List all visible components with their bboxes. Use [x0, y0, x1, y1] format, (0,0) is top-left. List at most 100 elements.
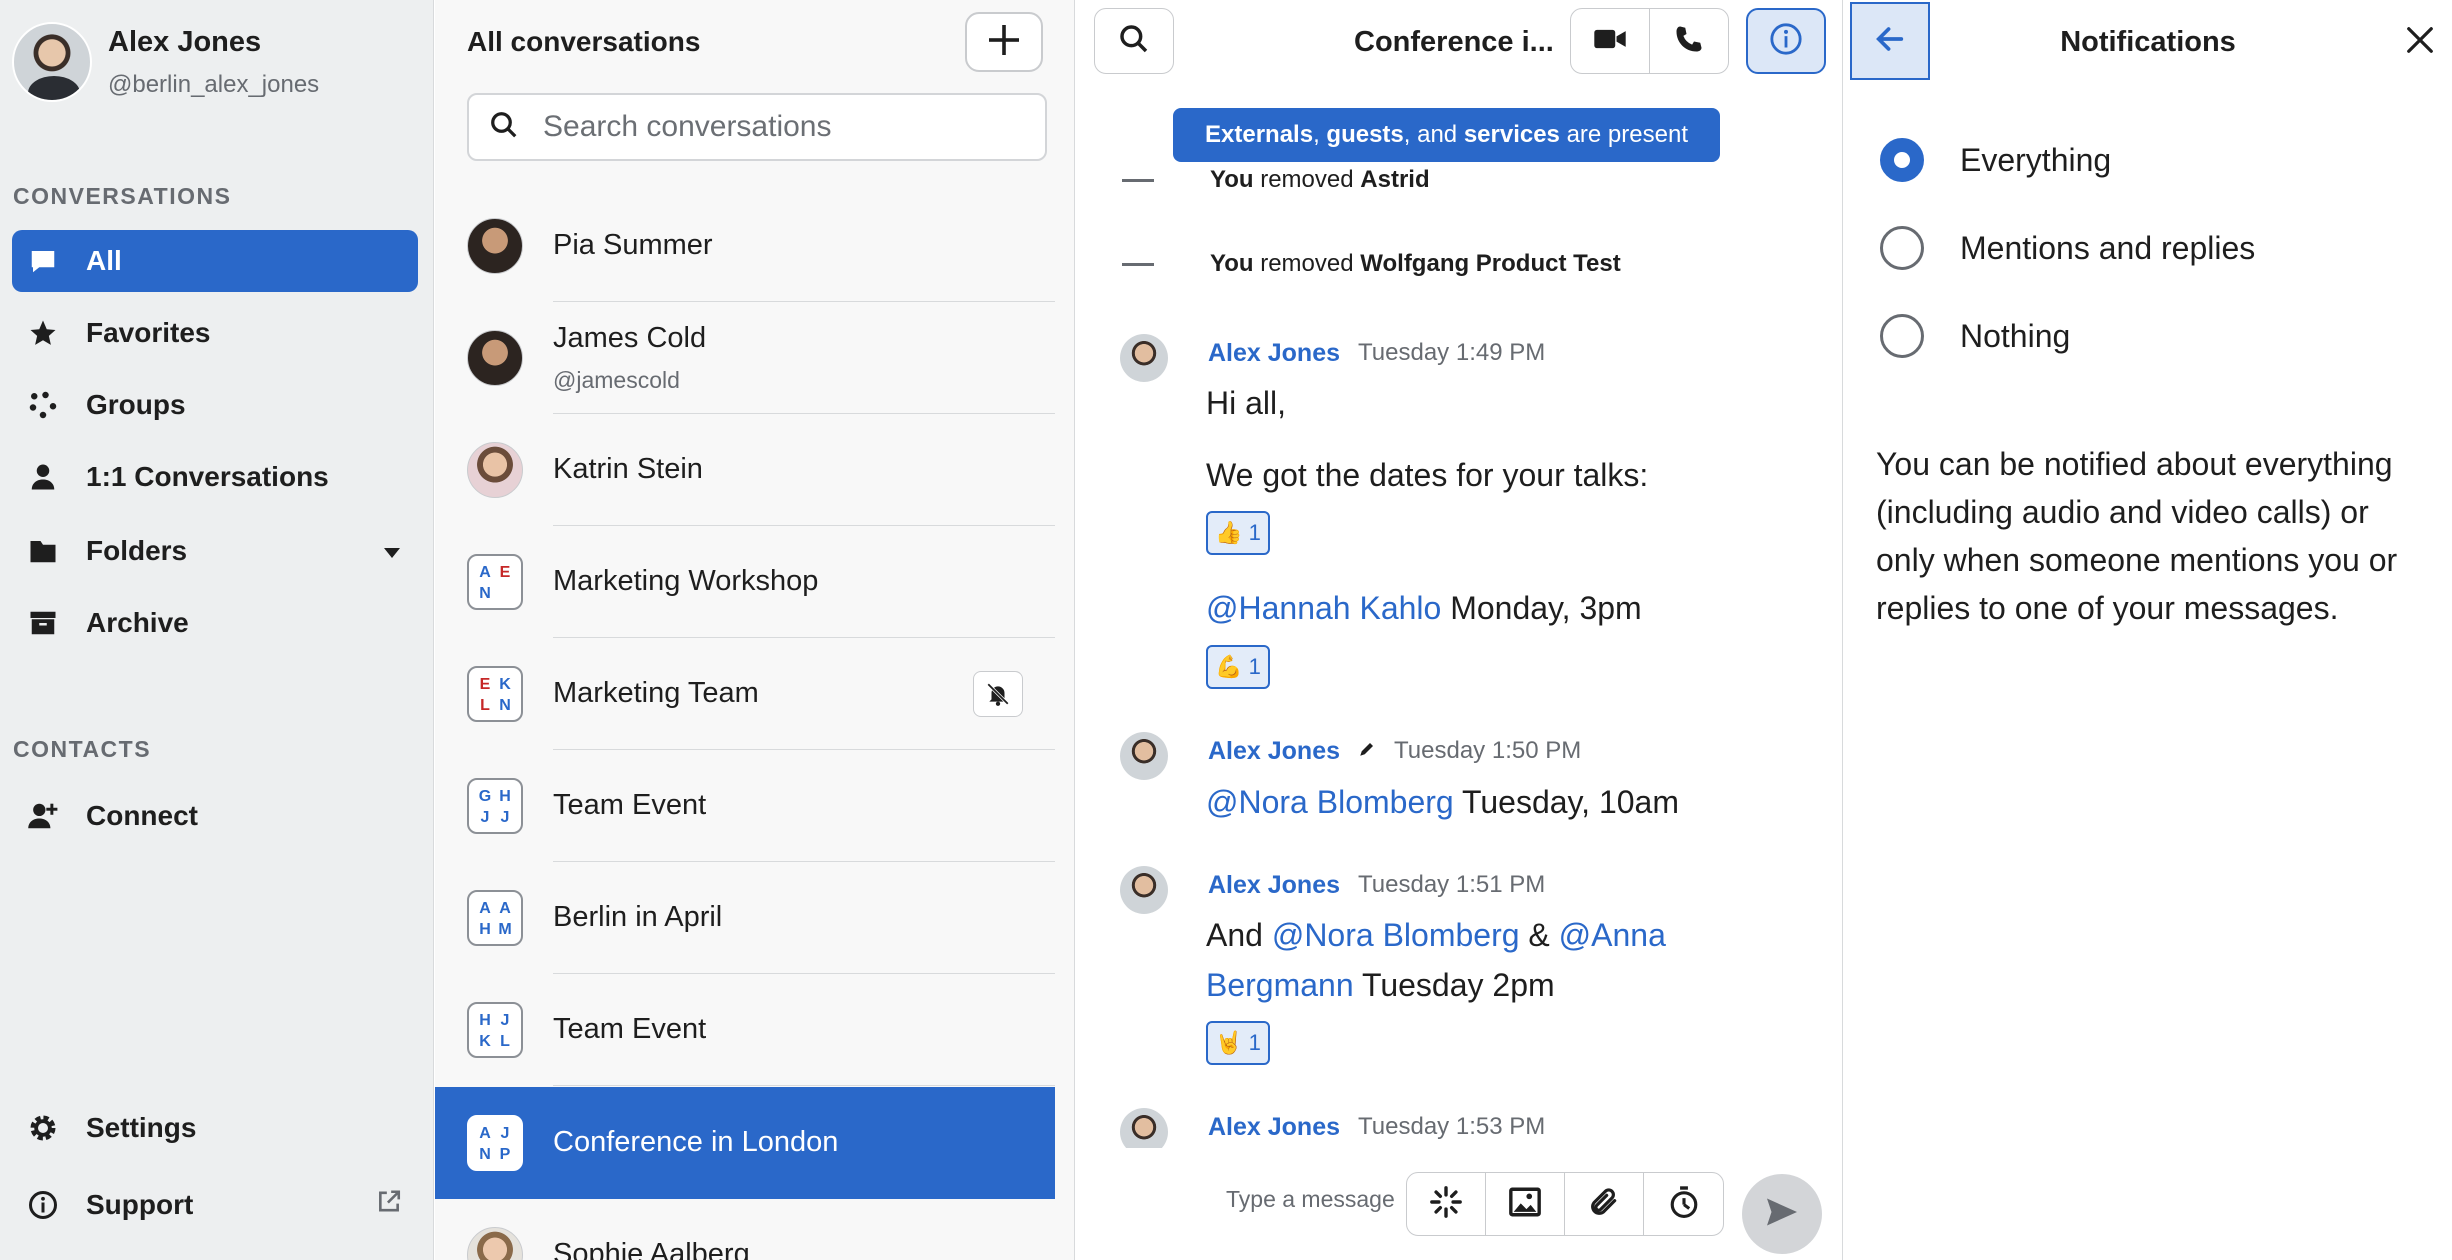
message-author[interactable]: Alex Jones	[1208, 737, 1340, 766]
avatar[interactable]	[1120, 1108, 1168, 1148]
sidebar-item-label: Groups	[86, 389, 186, 420]
timed-message-button[interactable]	[1644, 1173, 1723, 1235]
archive-icon	[26, 606, 60, 640]
chat-bubble-icon	[26, 244, 60, 278]
group-avatar: AJ NP	[467, 1115, 523, 1171]
sidebar-item-label: Favorites	[86, 317, 211, 348]
video-camera-icon	[1593, 26, 1627, 57]
reaction-flexed-biceps[interactable]: 💪 1	[1206, 645, 1270, 689]
conversation-item-marketing-team[interactable]: EK LN Marketing Team	[435, 638, 1055, 750]
radio-button[interactable]	[1880, 226, 1924, 270]
sidebar-item-groups[interactable]: Groups	[12, 374, 418, 436]
reaction-rock-on[interactable]: 🤘 1	[1206, 1021, 1270, 1065]
conversation-item-berlin-in-april[interactable]: AA HM Berlin in April	[435, 862, 1055, 974]
conversation-info-button[interactable]	[1746, 8, 1826, 74]
sidebar-item-archive[interactable]: Archive	[12, 592, 418, 654]
new-conversation-button[interactable]	[965, 12, 1043, 72]
panel-title: Notifications	[2060, 26, 2236, 58]
radio-button[interactable]	[1880, 314, 1924, 358]
message-input[interactable]: Type a message	[1226, 1186, 1395, 1213]
conversation-item-pia-summer[interactable]: Pia Summer	[435, 190, 1055, 302]
mention[interactable]: @Hannah Kahlo	[1206, 590, 1441, 626]
sidebar-item-one-on-one[interactable]: 1:1 Conversations	[12, 446, 418, 508]
image-button[interactable]	[1486, 1173, 1565, 1235]
option-label: Mentions and replies	[1960, 229, 2256, 266]
reaction-thumbs-up[interactable]: 👍 1	[1206, 511, 1270, 555]
message-text: @Nora Blomberg Tuesday, 10am	[1206, 784, 1679, 820]
close-icon	[2405, 25, 2435, 60]
chat-panel: Conference i... Externals, guests, and s…	[1076, 0, 1843, 1260]
info-icon	[1769, 22, 1803, 61]
search-box[interactable]	[467, 93, 1047, 161]
close-button[interactable]	[2400, 22, 2440, 62]
notification-option-everything[interactable]: Everything	[1880, 138, 2111, 182]
sidebar-item-label: Connect	[86, 800, 198, 831]
radio-button-selected[interactable]	[1880, 138, 1924, 182]
search-icon	[489, 110, 519, 145]
audio-call-button[interactable]	[1649, 8, 1729, 74]
message-author[interactable]: Alex Jones	[1208, 1113, 1340, 1142]
conversation-item-sophie-aalberg[interactable]: Sophie Aalberg	[435, 1199, 1055, 1260]
group-avatar: AA HM	[467, 890, 523, 946]
sidebar-item-label: 1:1 Conversations	[86, 461, 329, 492]
message-list[interactable]: Externals, guests, and services are pres…	[1076, 88, 1843, 1148]
user-profile[interactable]: Alex Jones @berlin_alex_jones	[12, 22, 319, 102]
group-avatar: EK LN	[467, 666, 523, 722]
attachment-button[interactable]	[1565, 1173, 1644, 1235]
message-text: @Hannah Kahlo Monday, 3pm	[1206, 590, 1642, 626]
muted-bell-icon[interactable]	[973, 670, 1023, 717]
sidebar-item-settings[interactable]: Settings	[12, 1097, 418, 1159]
message-time: Tuesday 1:49 PM	[1358, 339, 1546, 366]
conversation-item-team-event-2[interactable]: HJ KL Team Event	[435, 974, 1055, 1086]
message-time: Tuesday 1:51 PM	[1358, 871, 1546, 898]
mention[interactable]: @Nora Blomberg	[1206, 784, 1454, 820]
giphy-button[interactable]	[1407, 1173, 1486, 1235]
sidebar: Alex Jones @berlin_alex_jones CONVERSATI…	[0, 0, 434, 1260]
option-label: Everything	[1960, 141, 2112, 178]
mention[interactable]: @Nora Blomberg	[1272, 917, 1520, 953]
avatar	[467, 330, 523, 386]
message-text: And @Nora Blomberg & @Anna Bergmann Tues…	[1206, 917, 1666, 1003]
sidebar-item-label: Settings	[86, 1112, 197, 1143]
notifications-description: You can be notified about everything (in…	[1876, 446, 2398, 626]
chevron-down-icon[interactable]	[382, 535, 402, 567]
notification-option-mentions-and-replies[interactable]: Mentions and replies	[1880, 226, 2255, 270]
info-icon	[26, 1188, 60, 1222]
conversation-item-conference-in-london[interactable]: AJ NP Conference in London	[435, 1087, 1055, 1199]
message-text: Hi all,	[1206, 385, 1287, 421]
message-header: Alex Jones Tuesday 1:51 PM	[1120, 856, 1545, 914]
folder-icon	[26, 534, 60, 568]
conversation-item-marketing-workshop[interactable]: AE N Marketing Workshop	[435, 526, 1055, 638]
image-icon	[1508, 1185, 1542, 1224]
avatar[interactable]	[12, 22, 92, 102]
sidebar-item-support[interactable]: Support	[12, 1174, 418, 1236]
conversation-item-james-cold[interactable]: James Cold @jamescold	[435, 302, 1055, 414]
avatar[interactable]	[1120, 866, 1168, 914]
sidebar-item-all[interactable]: All	[12, 230, 418, 292]
message-author[interactable]: Alex Jones	[1208, 871, 1340, 900]
chat-title[interactable]: Conference i...	[1354, 26, 1554, 59]
external-link-icon	[376, 1189, 402, 1222]
sidebar-item-folders[interactable]: Folders	[12, 520, 418, 582]
avatar[interactable]	[1120, 732, 1168, 780]
group-avatar: AE N	[467, 554, 523, 610]
sidebar-item-connect[interactable]: Connect	[12, 785, 418, 847]
conversation-name: James Cold	[553, 321, 707, 354]
message-header: Alex Jones Tuesday 1:49 PM	[1120, 324, 1545, 382]
externals-present-banner: Externals, guests, and services are pres…	[1173, 108, 1720, 162]
video-call-button[interactable]	[1570, 8, 1650, 74]
search-input[interactable]	[543, 110, 1023, 144]
conversation-item-katrin-stein[interactable]: Katrin Stein	[435, 414, 1055, 526]
notification-option-nothing[interactable]: Nothing	[1880, 314, 2070, 358]
sidebar-item-favorites[interactable]: Favorites	[12, 302, 418, 364]
chat-header: Conference i...	[1076, 0, 1843, 84]
message-author[interactable]: Alex Jones	[1208, 339, 1340, 368]
send-button[interactable]	[1742, 1174, 1822, 1254]
avatar[interactable]	[1120, 334, 1168, 382]
search-messages-button[interactable]	[1094, 8, 1174, 74]
avatar	[467, 442, 523, 498]
conversation-item-team-event[interactable]: GH JJ Team Event	[435, 750, 1055, 862]
sidebar-item-label: All	[86, 245, 122, 276]
gear-icon	[26, 1111, 60, 1145]
system-message: You removed Wolfgang Product Test	[1122, 250, 1621, 278]
